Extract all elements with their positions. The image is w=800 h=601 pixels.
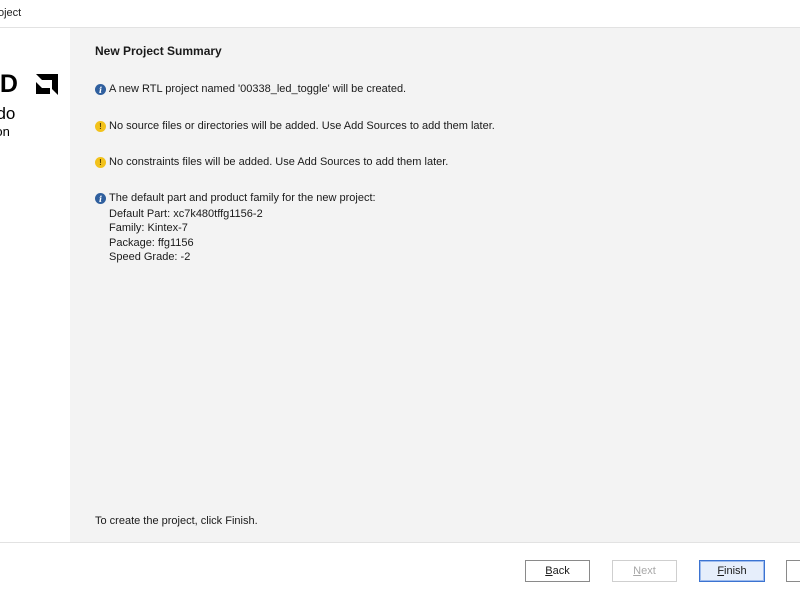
message-no-constraints: ! No constraints files will be added. Us…: [95, 156, 448, 168]
message-text: A new RTL project named '00338_led_toggl…: [109, 83, 407, 95]
product-edition: ition: [0, 124, 10, 139]
finish-instruction: To create the project, click Finish.: [95, 515, 258, 527]
button-bar: [0, 542, 800, 601]
info-icon: i: [95, 84, 106, 95]
back-label: ack: [552, 565, 570, 577]
window-title: oject: [0, 7, 22, 19]
message-text: No source files or directories will be a…: [109, 120, 495, 132]
next-mnemonic: N: [633, 565, 642, 577]
summary-panel: [70, 28, 800, 542]
message-text: The default part and product family for …: [109, 192, 376, 204]
info-icon: i: [95, 193, 106, 204]
finish-mnemonic: F: [717, 565, 725, 577]
wizard-sidebar: MD ado ition: [0, 28, 70, 542]
page-title: New Project Summary: [95, 44, 222, 58]
warning-icon: !: [95, 157, 106, 168]
product-name: ado: [0, 104, 16, 123]
message-project-created: i A new RTL project named '00338_led_tog…: [95, 83, 406, 95]
title-bar: oject: [0, 0, 800, 28]
finish-button[interactable]: Finish: [699, 560, 765, 582]
speed-grade: Speed Grade: -2: [109, 250, 191, 263]
default-part: Default Part: xc7k480tffg1156-2: [109, 208, 263, 220]
next-label: ext: [641, 565, 656, 577]
next-button[interactable]: Next: [612, 560, 677, 582]
warning-icon: !: [95, 121, 106, 132]
back-mnemonic: B: [545, 565, 553, 577]
back-button[interactable]: Back: [525, 560, 590, 582]
family: Family: Kintex-7: [109, 222, 188, 235]
message-default-part: i The default part and product family fo…: [95, 192, 376, 204]
cancel-button[interactable]: [786, 560, 800, 582]
message-no-sources: ! No source files or directories will be…: [95, 120, 495, 132]
part-details: Default Part: xc7k480tffg1156-2 Family: …: [109, 207, 263, 264]
brand-arrow-icon: [36, 74, 58, 95]
brand-logo-text: MD: [0, 70, 19, 98]
finish-label: inish: [724, 565, 747, 577]
package: Package: ffg1156: [109, 236, 194, 249]
message-text: No constraints files will be added. Use …: [109, 156, 449, 168]
